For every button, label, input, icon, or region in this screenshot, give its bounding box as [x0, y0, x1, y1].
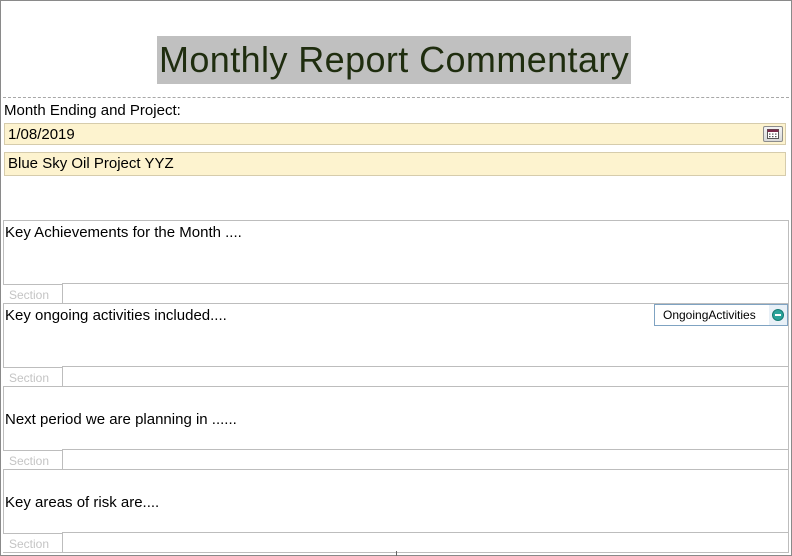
section-text[interactable]: Key areas of risk are.... [5, 494, 159, 512]
page-title: Monthly Report Commentary [157, 36, 632, 84]
section-tag: Section [3, 533, 63, 553]
ongoing-activities-control[interactable]: OngoingActivities [654, 304, 770, 326]
section-ongoing-activities[interactable]: Key ongoing activities included.... Ongo… [3, 303, 789, 387]
section-divider [62, 532, 788, 533]
section-divider [62, 449, 788, 450]
calendar-icon [767, 129, 779, 139]
project-value: Blue Sky Oil Project YYZ [8, 155, 174, 172]
section-text[interactable]: Key ongoing activities included.... [5, 307, 227, 325]
section-key-risks[interactable]: Key areas of risk are.... Section [3, 469, 789, 553]
header-region: Monthly Report Commentary [1, 1, 791, 97]
section-tag: Section [3, 450, 63, 470]
date-picker-button[interactable] [763, 126, 783, 142]
section-text[interactable]: Next period we are planning in ...... [5, 411, 237, 429]
section-tag: Section [3, 367, 63, 387]
resize-marker [396, 551, 397, 556]
minus-circle-icon [772, 309, 784, 321]
section-text[interactable]: Key Achievements for the Month .... [5, 224, 242, 242]
section-tag: Section [3, 284, 63, 304]
section-divider [62, 283, 788, 284]
section-divider [62, 366, 788, 367]
date-value: 1/08/2019 [8, 126, 75, 143]
form-canvas: Monthly Report Commentary Month Ending a… [0, 0, 792, 556]
month-project-label: Month Ending and Project: [4, 102, 181, 119]
section-key-achievements[interactable]: Key Achievements for the Month .... Sect… [3, 220, 789, 304]
month-ending-date-field[interactable]: 1/08/2019 [4, 123, 786, 145]
repeating-section-toggle[interactable] [769, 304, 788, 326]
header-divider [3, 97, 789, 98]
project-name-field[interactable]: Blue Sky Oil Project YYZ [4, 152, 786, 176]
section-next-period[interactable]: Next period we are planning in ...... Se… [3, 386, 789, 470]
